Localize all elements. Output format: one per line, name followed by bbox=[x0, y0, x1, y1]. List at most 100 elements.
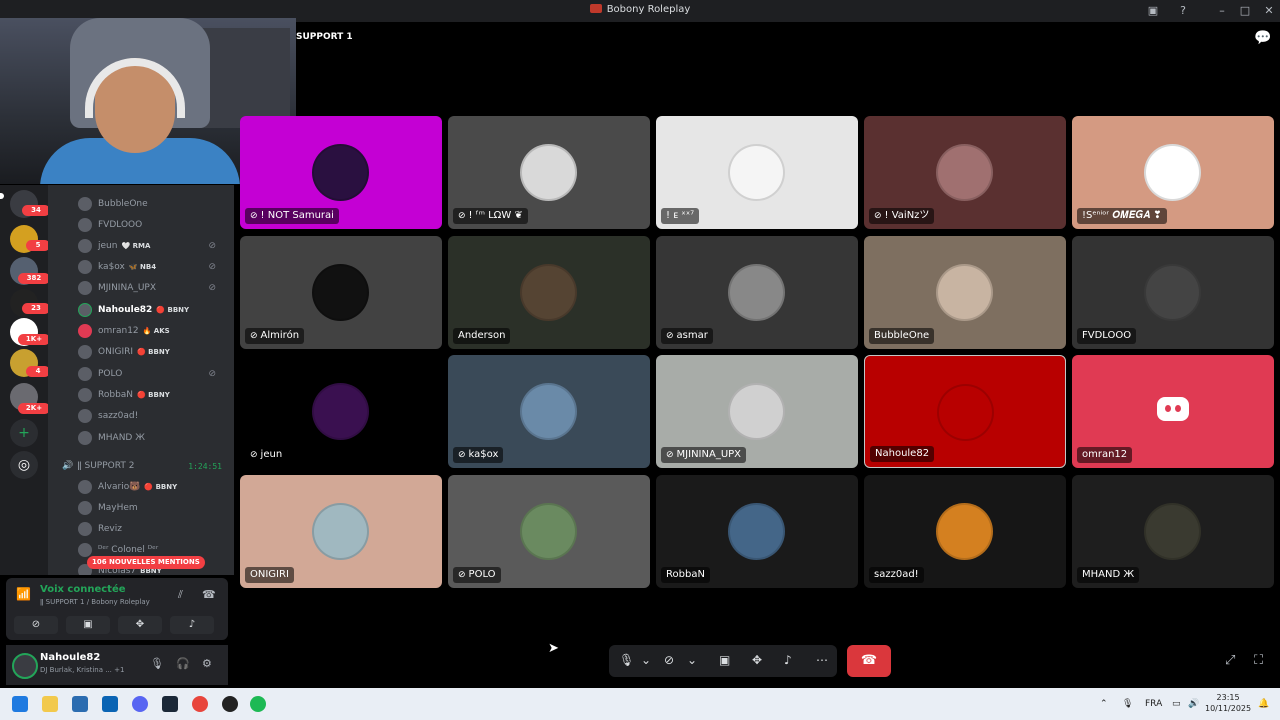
participant-tile[interactable]: ! ᴇ ˣˣ⁷ bbox=[656, 116, 858, 229]
voice-user[interactable]: Reviz bbox=[78, 520, 228, 538]
voice-user[interactable]: MJININA_UPX ⊘ bbox=[78, 279, 228, 297]
participant-tile[interactable]: MHAND Ж bbox=[1072, 475, 1274, 588]
voice-user[interactable]: ka$ox 🦋 NB4 ⊘ bbox=[78, 258, 228, 276]
windows-start-icon[interactable] bbox=[12, 696, 28, 712]
activities-button[interactable]: ✥ bbox=[118, 616, 162, 634]
spotify-icon[interactable] bbox=[250, 696, 266, 712]
clock[interactable]: 23:15 10/11/2025 bbox=[1205, 692, 1251, 714]
fullscreen-icon[interactable]: ⛶ bbox=[1254, 653, 1263, 668]
participant-tile[interactable]: ⊘ POLO bbox=[448, 475, 650, 588]
explore-icon[interactable]: ◎ bbox=[10, 451, 38, 479]
notification-icon[interactable]: 🔔 bbox=[1258, 699, 1269, 709]
voice-user[interactable]: FVDLOOO bbox=[78, 216, 228, 234]
app-logo-icon bbox=[589, 4, 602, 13]
chevron-down-icon[interactable]: ⌄ bbox=[641, 653, 651, 667]
headphones-icon[interactable]: 🎧 bbox=[176, 657, 190, 670]
more-options-icon[interactable]: ⋯ bbox=[816, 653, 828, 667]
discord-icon[interactable] bbox=[132, 696, 148, 712]
voice-channel-support-2[interactable]: 🔊 ǁ SUPPORT 2 1:24:51 bbox=[62, 457, 232, 475]
unread-indicator bbox=[0, 193, 4, 199]
avatar[interactable] bbox=[12, 653, 38, 679]
new-mentions-button[interactable]: 106 NOUVELLES MENTIONS bbox=[87, 556, 205, 569]
participant-tile[interactable]: ⊘ asmar bbox=[656, 236, 858, 349]
close-icon[interactable]: ✕ bbox=[1261, 3, 1277, 19]
participant-name: ⊘ ka$ox bbox=[453, 447, 504, 463]
participant-name: ! ᴇ ˣˣ⁷ bbox=[661, 208, 700, 224]
participant-tile[interactable]: ⊘ MJININA_UPX bbox=[656, 355, 858, 468]
voice-channel-link[interactable]: ǁ SUPPORT 1 / Bobony Roleplay bbox=[40, 598, 150, 606]
participant-tile[interactable]: BubbleOne bbox=[864, 236, 1066, 349]
chevron-up-icon[interactable]: ⌃ bbox=[1100, 699, 1108, 709]
chat-bubble-icon[interactable]: 💬 bbox=[1254, 30, 1271, 46]
microphone-icon[interactable]: 🎙 bbox=[150, 657, 164, 670]
participant-name: Anderson bbox=[453, 328, 511, 344]
volume-icon[interactable]: 🔊 bbox=[1188, 699, 1199, 709]
voice-user[interactable]: MHAND Ж bbox=[78, 429, 228, 447]
voice-user[interactable]: Alvario🐻 🔴 BBNY bbox=[78, 478, 228, 496]
mention-badge: 23 bbox=[22, 303, 50, 314]
avatar bbox=[520, 144, 577, 201]
help-icon[interactable]: ? bbox=[1175, 3, 1191, 19]
screen-share-icon[interactable]: ▣ bbox=[719, 653, 730, 667]
disconnect-call-button[interactable]: ☎ bbox=[847, 645, 891, 677]
voice-user[interactable]: RobbaN 🔴 BBNY bbox=[78, 386, 228, 404]
maximize-icon[interactable]: □ bbox=[1237, 3, 1253, 19]
file-explorer-icon[interactable] bbox=[42, 696, 58, 712]
voice-user[interactable]: MayHem bbox=[78, 499, 228, 517]
participant-tile[interactable]: ⊘ Almirón bbox=[240, 236, 442, 349]
participant-tile[interactable]: Nahoule82 bbox=[864, 355, 1066, 468]
voice-status[interactable]: Voix connectée bbox=[40, 584, 126, 595]
participant-tile[interactable]: ⊘ ka$ox bbox=[448, 355, 650, 468]
language-indicator[interactable]: FRA bbox=[1145, 699, 1162, 709]
settings-gear-icon[interactable]: ⚙ bbox=[202, 657, 212, 670]
voice-user[interactable]: jeun 🤍 RMA ⊘ bbox=[78, 237, 228, 255]
microphone-tray-icon[interactable]: 🎙 bbox=[1122, 699, 1133, 709]
minimize-icon[interactable]: – bbox=[1214, 3, 1230, 19]
voice-user[interactable]: BubbleOne bbox=[78, 195, 228, 213]
participant-tile[interactable]: ⊘! VaiNzツ bbox=[864, 116, 1066, 229]
participant-tile[interactable]: sazz0ad! bbox=[864, 475, 1066, 588]
participant-tile[interactable]: !Sᵉⁿⁱᵒʳ 𝑶𝑴𝑬𝑮𝑨 ❣ bbox=[1072, 116, 1274, 229]
participant-tile[interactable]: FVDLOOO bbox=[1072, 236, 1274, 349]
avatar bbox=[78, 480, 92, 494]
chrome-icon[interactable] bbox=[192, 696, 208, 712]
camera-button[interactable]: ⊘ bbox=[14, 616, 58, 634]
chevron-down-icon[interactable]: ⌄ bbox=[687, 653, 697, 667]
camera-off-icon[interactable]: ⊘ bbox=[664, 653, 674, 667]
participant-name: ⊘ jeun bbox=[245, 447, 288, 463]
participant-tile[interactable]: Anderson bbox=[448, 236, 650, 349]
participant-tile[interactable]: RobbaN bbox=[656, 475, 858, 588]
muted-icon: ⊘ bbox=[250, 211, 258, 221]
network-icon[interactable]: ▭ bbox=[1172, 699, 1181, 709]
voice-user[interactable]: omran12 🔥 AKS bbox=[78, 322, 228, 340]
add-server-icon[interactable]: + bbox=[10, 419, 38, 447]
participant-tile[interactable]: ONIGIRI bbox=[240, 475, 442, 588]
inbox-icon[interactable]: ▣ bbox=[1145, 3, 1161, 19]
activities-icon[interactable]: ✥ bbox=[752, 653, 762, 667]
mention-badge: 5 bbox=[26, 240, 50, 251]
username[interactable]: Nahoule82 bbox=[40, 652, 100, 663]
outlook-icon[interactable] bbox=[102, 696, 118, 712]
store-icon[interactable] bbox=[72, 696, 88, 712]
participant-name: omran12 bbox=[1077, 447, 1133, 463]
participant-tile[interactable]: ⊘ jeun bbox=[240, 355, 442, 468]
soundboard-button[interactable]: ♪ bbox=[170, 616, 214, 634]
noise-suppression-icon[interactable]: ⫽ bbox=[178, 588, 183, 602]
participant-tile[interactable]: ⊘! ᶠᵐ LΩW ❦ bbox=[448, 116, 650, 229]
voice-user[interactable]: sazz0ad! bbox=[78, 407, 228, 425]
voice-user[interactable]: Nahoule82 🔴 BBNY bbox=[78, 301, 228, 319]
participant-tile[interactable]: omran12 bbox=[1072, 355, 1274, 468]
participant-name: Nahoule82 bbox=[870, 446, 935, 462]
avatar bbox=[1144, 144, 1201, 201]
microphone-icon[interactable]: 🎙 bbox=[619, 653, 634, 667]
voice-user[interactable]: POLO ⊘ bbox=[78, 365, 228, 383]
soundboard-icon[interactable]: ♪ bbox=[784, 653, 792, 667]
screen-share-button[interactable]: ▣ bbox=[66, 616, 110, 634]
popout-icon[interactable]: ⤢ bbox=[1225, 653, 1235, 668]
obs-icon[interactable] bbox=[222, 696, 238, 712]
participant-tile[interactable]: ⊘! NOT Samurai bbox=[240, 116, 442, 229]
voice-user[interactable]: ONIGIRI 🔴 BBNY bbox=[78, 343, 228, 361]
disconnect-icon[interactable]: ☎ bbox=[202, 588, 216, 601]
avatar bbox=[312, 144, 369, 201]
steam-icon[interactable] bbox=[162, 696, 178, 712]
